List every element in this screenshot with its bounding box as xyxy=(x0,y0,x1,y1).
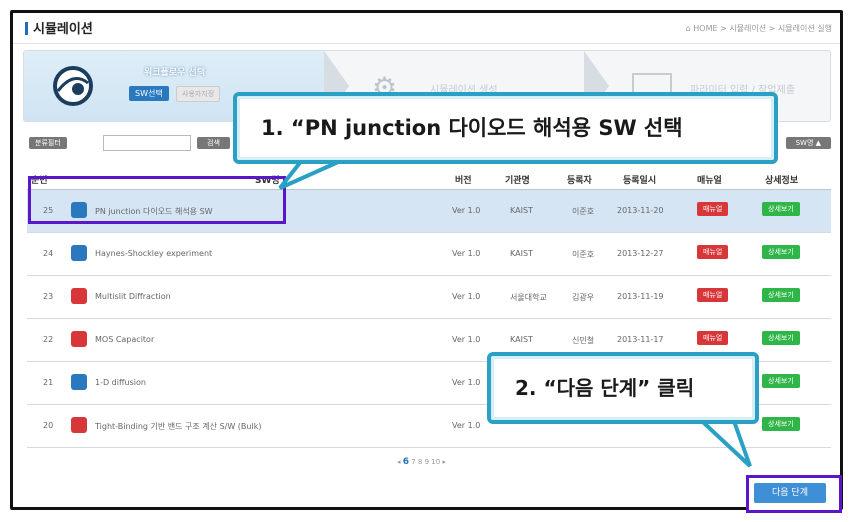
sw-icon xyxy=(71,288,87,304)
table-row[interactable]: 24 Haynes-Shockley experiment Ver 1.0 KA… xyxy=(27,233,831,276)
row-version: Ver 1.0 xyxy=(452,249,481,258)
row-registrant: 신민철 xyxy=(572,336,595,345)
detail-button[interactable]: 상세보기 xyxy=(762,202,800,216)
row-date: 2013-11-19 xyxy=(617,292,664,301)
header-detail: 상세정보 xyxy=(765,176,799,186)
manual-button[interactable]: 매뉴얼 xyxy=(697,331,729,345)
row-date: 2013-12-27 xyxy=(617,249,664,258)
callout-step2-text: 2. “다음 단계” 클릭 xyxy=(515,376,695,400)
next-step-highlight: 다음 단계 xyxy=(746,475,842,513)
row-no: 21 xyxy=(43,378,54,387)
header-version: 버전 xyxy=(455,176,472,186)
row-name[interactable]: Haynes-Shockley experiment xyxy=(95,249,212,258)
step1-title: 워크플로우 선택 xyxy=(144,68,206,78)
header-manual: 매뉴얼 xyxy=(697,176,722,186)
category-filter-button[interactable]: 분류필터 xyxy=(29,137,67,149)
row-org: KAIST xyxy=(510,249,533,258)
next-page-icon[interactable]: ▸ xyxy=(442,458,446,466)
row-name[interactable]: Tight-Binding 기반 밴드 구조 계산 S/W (Bulk) xyxy=(95,421,261,432)
current-page[interactable]: 6 xyxy=(403,457,409,467)
manual-button[interactable]: 매뉴얼 xyxy=(697,202,729,216)
user-specified-tab[interactable]: 사용자지정 xyxy=(176,86,221,102)
callout-step1: 1. “PN junction 다이오드 해석용 SW 선택 xyxy=(233,92,778,164)
detail-button[interactable]: 상세보기 xyxy=(762,331,800,345)
sort-button[interactable]: SW명 ▲ xyxy=(785,137,831,149)
row-name[interactable]: MOS Capacitor xyxy=(95,335,154,344)
row-registrant: 이준호 xyxy=(572,250,595,259)
row-name[interactable]: Multislit Diffraction xyxy=(95,292,171,301)
callout-step2: 2. “다음 단계” 클릭 xyxy=(487,352,759,424)
callout-step1-text: 1. “PN junction 다이오드 해석용 SW 선택 xyxy=(261,116,683,140)
manual-button[interactable]: 매뉴얼 xyxy=(697,288,729,302)
title-marker xyxy=(25,22,28,35)
row-org: KAIST xyxy=(510,335,533,344)
header-org: 기관명 xyxy=(505,176,530,186)
detail-button[interactable]: 상세보기 xyxy=(762,374,800,388)
detail-button[interactable]: 상세보기 xyxy=(762,288,800,302)
row-org: KAIST xyxy=(510,206,533,215)
row-no: 23 xyxy=(43,292,54,301)
search-input[interactable] xyxy=(103,135,191,151)
row-date: 2013-11-17 xyxy=(617,335,664,344)
row-org: 서울대학교 xyxy=(510,293,547,302)
breadcrumb: ⌂ HOME > 시뮬레이션 > 시뮬레이션 실행 xyxy=(686,23,832,34)
manual-button[interactable]: 매뉴얼 xyxy=(697,245,729,259)
row-registrant: 김광우 xyxy=(572,293,595,302)
row-version: Ver 1.0 xyxy=(452,292,481,301)
row-no: 22 xyxy=(43,335,54,344)
sw-icon xyxy=(71,245,87,261)
row-name[interactable]: 1-D diffusion xyxy=(95,378,146,387)
sw-icon xyxy=(71,331,87,347)
search-button[interactable]: 검색 xyxy=(197,137,230,149)
row-version: Ver 1.0 xyxy=(452,335,481,344)
row-registrant: 이준호 xyxy=(572,207,595,216)
row-no: 20 xyxy=(43,421,54,430)
title-bar: 시뮬레이션 ⌂ HOME > 시뮬레이션 > 시뮬레이션 실행 xyxy=(13,13,840,44)
row-version: Ver 1.0 xyxy=(452,378,481,387)
header-date: 등록일시 xyxy=(623,176,657,186)
sw-icon xyxy=(71,417,87,433)
breadcrumb-text: HOME > 시뮬레이션 > 시뮬레이션 실행 xyxy=(693,24,832,33)
page-links[interactable]: 7 8 9 10 xyxy=(411,458,440,466)
page-title: 시뮬레이션 xyxy=(33,22,93,37)
pagination: ◂ 6 7 8 9 10 ▸ xyxy=(397,457,446,467)
header-registrant: 등록자 xyxy=(567,176,592,186)
row-version: Ver 1.0 xyxy=(452,421,481,430)
detail-button[interactable]: 상세보기 xyxy=(762,245,800,259)
next-step-button[interactable]: 다음 단계 xyxy=(754,483,826,503)
row-no: 24 xyxy=(43,249,54,258)
table-row[interactable]: 23 Multislit Diffraction Ver 1.0 서울대학교 김… xyxy=(27,276,831,319)
row-version: Ver 1.0 xyxy=(452,206,481,215)
sw-select-tab[interactable]: SW선택 xyxy=(129,86,169,101)
detail-button[interactable]: 상세보기 xyxy=(762,417,800,431)
row-highlight-box xyxy=(28,176,286,224)
globe-icon xyxy=(53,66,93,106)
row-date: 2013-11-20 xyxy=(617,206,664,215)
sw-icon xyxy=(71,374,87,390)
